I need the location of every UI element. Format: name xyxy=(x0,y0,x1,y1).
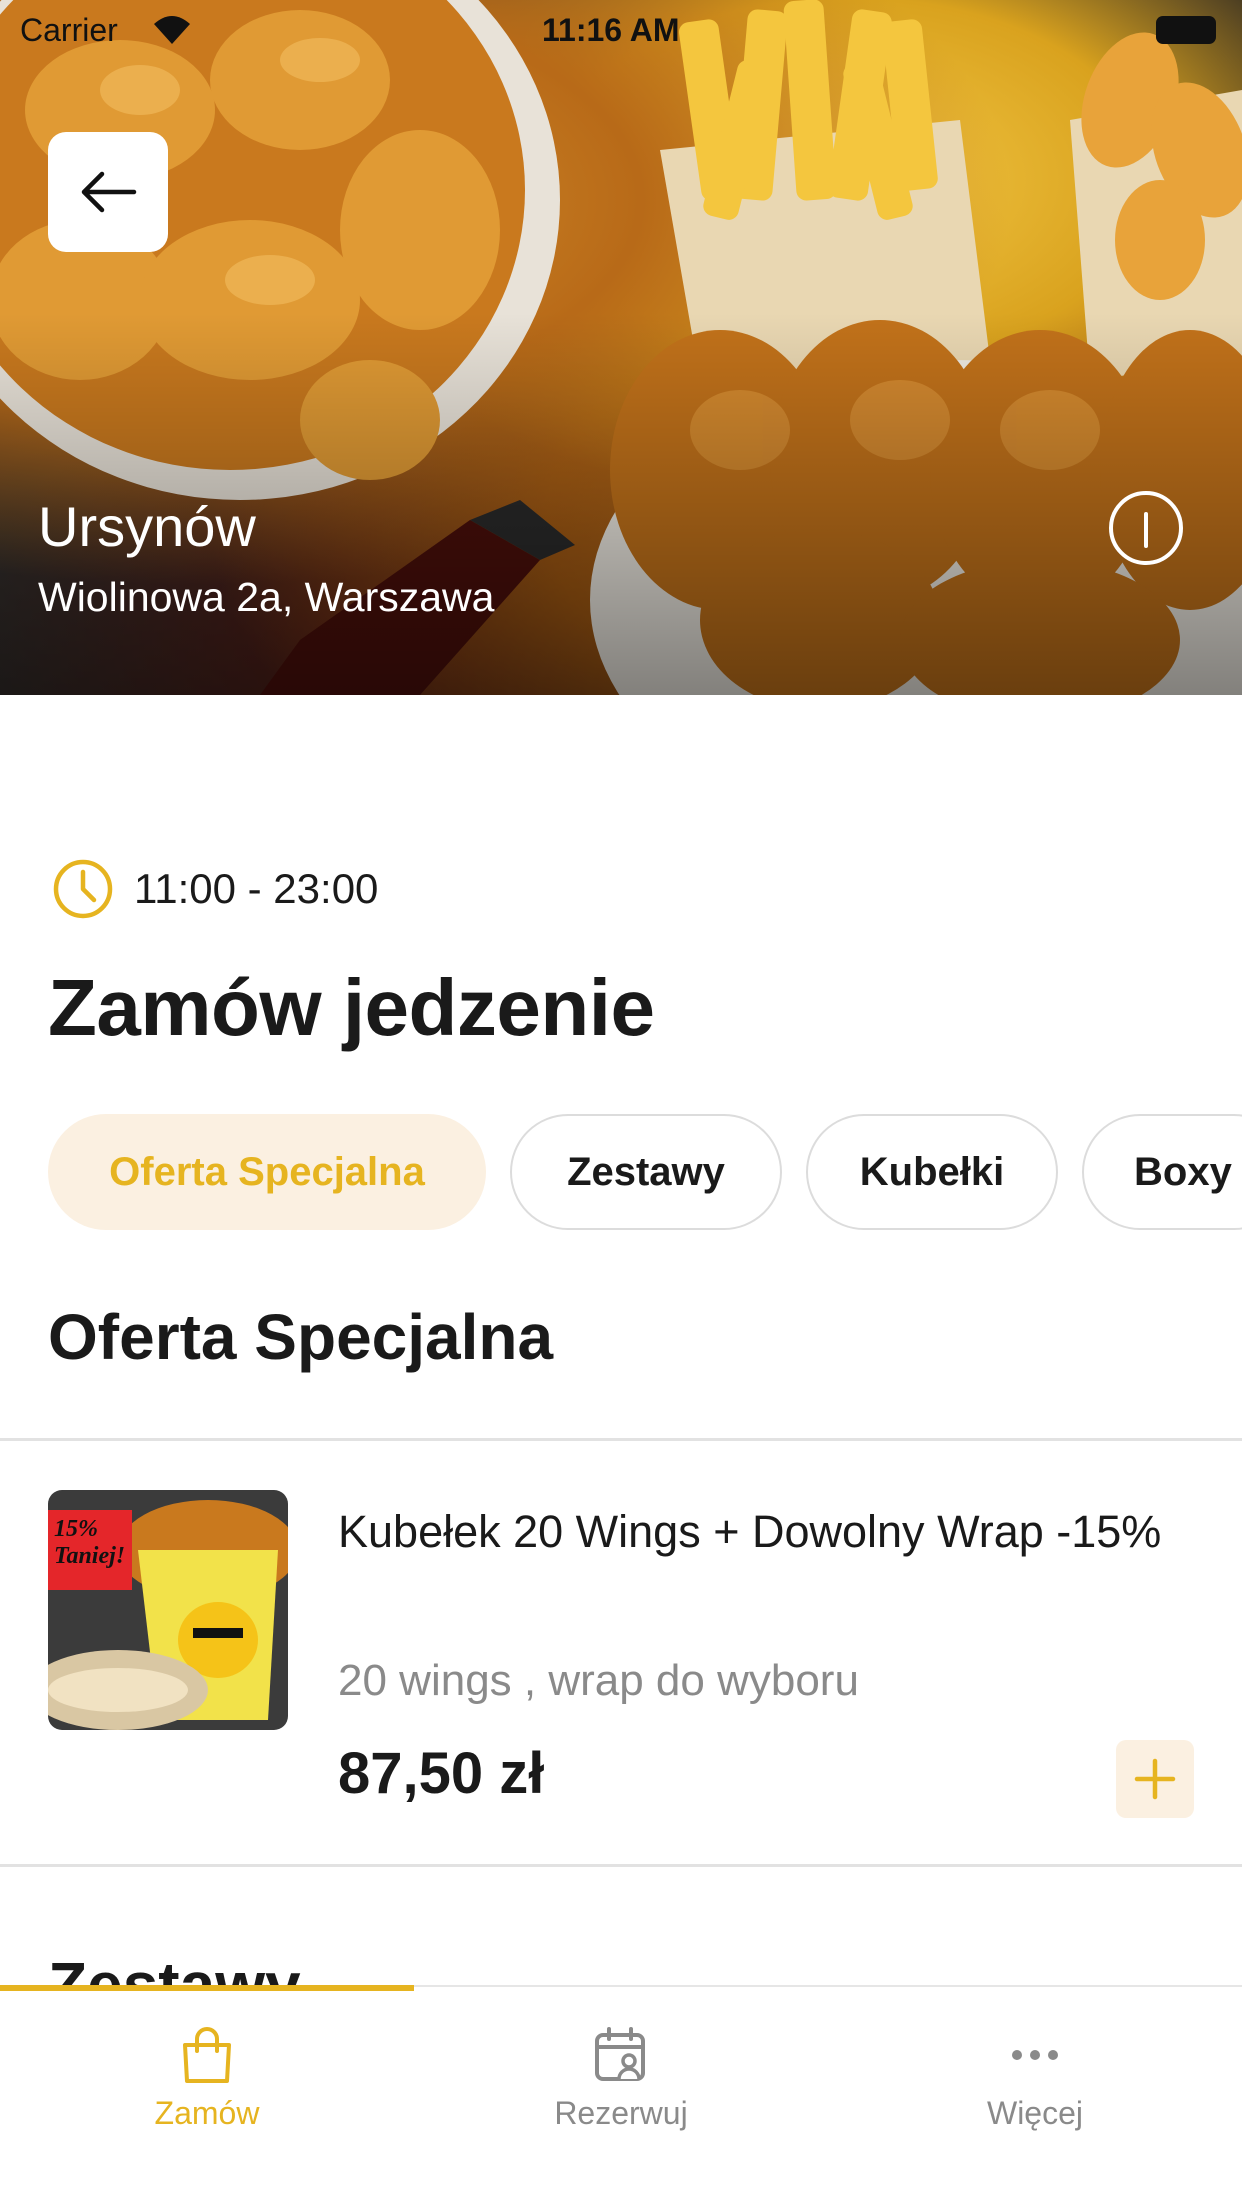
divider xyxy=(0,1438,1242,1441)
info-icon xyxy=(1109,491,1183,565)
info-button[interactable] xyxy=(1108,490,1184,566)
category-tab-label: Boxy xyxy=(1134,1149,1232,1194)
category-tab-label: Kubełki xyxy=(859,1149,1005,1194)
page-title: Zamów jedzenie xyxy=(48,963,655,1052)
tab-label: Rezerwuj xyxy=(554,2095,688,2131)
tab-rezerwuj[interactable]: Rezerwuj xyxy=(414,1987,828,2187)
status-bar: Carrier 11:16 AM xyxy=(0,0,1242,60)
battery-icon xyxy=(1156,16,1216,44)
calendar-person-icon xyxy=(595,2027,645,2081)
opening-hours: 11:00 - 23:00 xyxy=(52,858,378,920)
category-tab-zestawy[interactable]: Zestawy xyxy=(510,1114,782,1230)
tab-label: Więcej xyxy=(986,2095,1083,2131)
add-to-cart-button[interactable] xyxy=(1116,1740,1194,1818)
hours-label: 11:00 - 23:00 xyxy=(134,865,379,912)
menu-item-image[interactable]: 15% Taniej! xyxy=(48,1490,288,1730)
menu-item-price: 87,50 zł xyxy=(338,1741,545,1806)
wifi-icon xyxy=(154,16,190,44)
bottom-tab-bar: Zamów Rezerwuj Więcej xyxy=(0,1985,1242,2210)
section-title: Oferta Specjalna xyxy=(48,1301,554,1373)
tab-wiecej[interactable]: Więcej xyxy=(828,1987,1242,2187)
category-tab-boxy[interactable]: Boxy xyxy=(1082,1114,1242,1230)
menu-item-description: 20 wings , wrap do wyboru xyxy=(338,1656,859,1705)
restaurant-address: Wiolinowa 2a, Warszawa xyxy=(38,574,495,620)
category-tab-label: Zestawy xyxy=(567,1149,725,1194)
category-tab-kubelki[interactable]: Kubełki xyxy=(806,1114,1058,1230)
category-tab-label: Oferta Specjalna xyxy=(109,1149,425,1194)
restaurant-name: Ursynów xyxy=(38,495,256,558)
shopping-bag-icon xyxy=(183,2027,231,2083)
category-tab-oferta-specjalna[interactable]: Oferta Specjalna xyxy=(48,1114,486,1230)
plus-icon xyxy=(1134,1758,1176,1800)
discount-badge: 15% Taniej! xyxy=(54,1516,126,1569)
back-button[interactable] xyxy=(48,132,168,252)
divider xyxy=(0,1864,1242,1867)
menu-item-name[interactable]: Kubełek 20 Wings + Dowolny Wrap -15% xyxy=(338,1496,1198,1568)
arrow-left-icon xyxy=(81,171,137,213)
carrier-label: Carrier xyxy=(20,12,118,48)
more-dots-icon xyxy=(1012,2050,1058,2060)
tab-zamow[interactable]: Zamów xyxy=(0,1987,414,2187)
tab-label: Zamów xyxy=(154,2095,260,2131)
clock-icon xyxy=(53,859,113,919)
clock-label: 11:16 AM xyxy=(542,12,680,48)
